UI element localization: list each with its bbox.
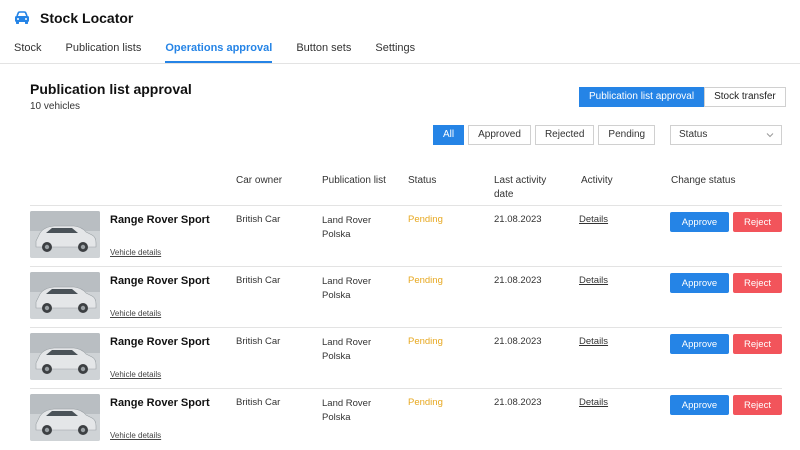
status-badge: Pending <box>408 275 443 286</box>
header-car-owner: Car owner <box>236 175 283 186</box>
page-title: Publication list approval <box>30 81 192 97</box>
last-activity-date: 21.08.2023 <box>494 397 542 408</box>
tab-publication-lists[interactable]: Publication lists <box>66 42 142 63</box>
vehicle-model: Range Rover Sport <box>110 336 210 348</box>
activity-details-link[interactable]: Details <box>579 214 608 225</box>
view-toggle: Publication list approval Stock transfer <box>579 87 786 107</box>
activity-details-link[interactable]: Details <box>579 336 608 347</box>
reject-button[interactable]: Reject <box>733 212 782 232</box>
approve-button[interactable]: Approve <box>670 212 729 232</box>
car-thumbnail <box>30 394 100 441</box>
vehicle-details-link[interactable]: Vehicle details <box>110 431 161 440</box>
vehicle-model: Range Rover Sport <box>110 214 210 226</box>
filter-rejected-button[interactable]: Rejected <box>534 125 595 145</box>
table-row: Range Rover Sport Vehicle details Britis… <box>30 266 782 327</box>
car-thumbnail <box>30 211 100 258</box>
approve-button[interactable]: Approve <box>670 273 729 293</box>
app-header: Stock Locator Stock Publication lists Op… <box>0 0 800 64</box>
publication-list-approval-button[interactable]: Publication list approval <box>579 87 705 107</box>
status-badge: Pending <box>408 214 443 225</box>
filter-approved-button[interactable]: Approved <box>468 125 531 145</box>
vehicle-count: 10 vehicles <box>30 101 81 112</box>
publication-list: Land Rover Polska <box>322 398 372 423</box>
app-title: Stock Locator <box>40 10 134 26</box>
publication-list: Land Rover Polska <box>322 337 372 362</box>
status-select-label: Status <box>679 129 708 140</box>
header-last-activity: Last activity date <box>494 175 547 200</box>
vehicle-details-link[interactable]: Vehicle details <box>110 370 161 379</box>
publication-list: Land Rover Polska <box>322 276 372 301</box>
car-thumbnail <box>30 333 100 380</box>
header-status: Status <box>408 175 437 186</box>
last-activity-date: 21.08.2023 <box>494 275 542 286</box>
reject-button[interactable]: Reject <box>733 273 782 293</box>
vehicle-details-link[interactable]: Vehicle details <box>110 248 161 257</box>
tab-button-sets[interactable]: Button sets <box>296 42 351 63</box>
activity-details-link[interactable]: Details <box>579 275 608 286</box>
approve-button[interactable]: Approve <box>670 334 729 354</box>
status-select[interactable]: Status <box>670 125 782 145</box>
filter-all-button[interactable]: All <box>433 125 465 145</box>
car-owner: British Car <box>236 275 281 286</box>
status-badge: Pending <box>408 397 443 408</box>
table-row: Range Rover Sport Vehicle details Britis… <box>30 327 782 388</box>
vehicle-details-link[interactable]: Vehicle details <box>110 309 161 318</box>
car-owner: British Car <box>236 336 281 347</box>
activity-details-link[interactable]: Details <box>579 397 608 408</box>
car-owner: British Car <box>236 214 281 225</box>
car-icon <box>15 11 29 24</box>
status-badge: Pending <box>408 336 443 347</box>
tab-stock[interactable]: Stock <box>14 42 42 63</box>
vehicle-model: Range Rover Sport <box>110 397 210 409</box>
reject-button[interactable]: Reject <box>733 395 782 415</box>
car-thumbnail <box>30 272 100 319</box>
table-row: Range Rover Sport Vehicle details Britis… <box>30 205 782 266</box>
car-owner: British Car <box>236 397 281 408</box>
app-title-row: Stock Locator <box>14 10 133 26</box>
header-change-status: Change status <box>671 175 736 186</box>
last-activity-date: 21.08.2023 <box>494 214 542 225</box>
tab-operations-approval[interactable]: Operations approval <box>165 42 272 63</box>
last-activity-date: 21.08.2023 <box>494 336 542 347</box>
approve-button[interactable]: Approve <box>670 395 729 415</box>
header-activity: Activity <box>581 175 613 186</box>
vehicle-model: Range Rover Sport <box>110 275 210 287</box>
filter-pending-button[interactable]: Pending <box>598 125 656 145</box>
table-row: Range Rover Sport Vehicle details Britis… <box>30 388 782 449</box>
chevron-down-icon <box>766 133 774 138</box>
publication-list: Land Rover Polska <box>322 215 372 240</box>
stock-transfer-button[interactable]: Stock transfer <box>704 87 786 107</box>
status-filters: All Approved Rejected Pending <box>433 125 659 145</box>
header-publication-list: Publication list <box>322 175 386 186</box>
reject-button[interactable]: Reject <box>733 334 782 354</box>
nav-tabs: Stock Publication lists Operations appro… <box>14 42 439 63</box>
tab-settings[interactable]: Settings <box>375 42 415 63</box>
